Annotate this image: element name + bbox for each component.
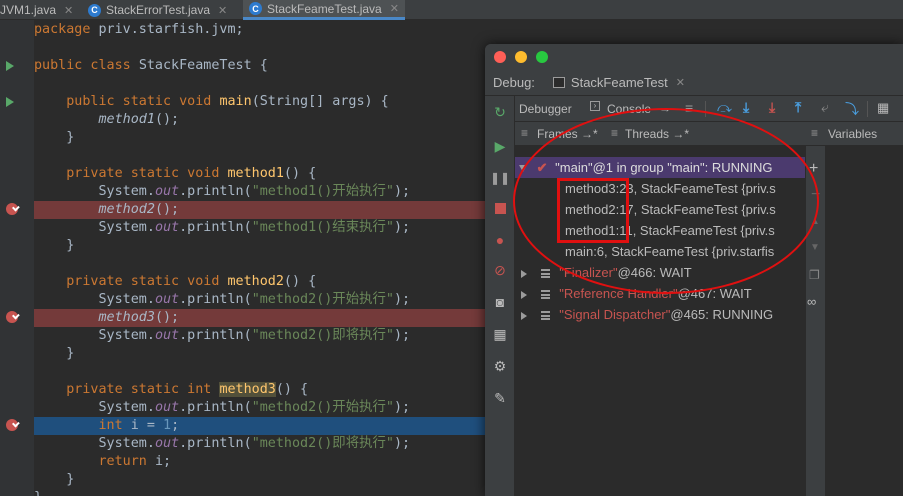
close-window-button[interactable]	[494, 51, 506, 63]
frames-list-icon: ≡	[521, 126, 529, 140]
java-class-icon: C	[249, 2, 262, 15]
mute-breakpoints-icon[interactable]: ⊘	[492, 262, 508, 278]
thread-status: @465: RUNNING	[670, 307, 774, 322]
glasses-icon[interactable]: ∞	[807, 294, 816, 309]
tab-stackfeametest[interactable]: C StackFeameTest.java ✕	[243, 0, 405, 20]
expand-arrow-icon[interactable]	[521, 311, 527, 320]
resume-icon[interactable]: ▶	[492, 138, 508, 154]
minimize-window-button[interactable]	[515, 51, 527, 63]
thread-name: "Signal Dispatcher"	[559, 307, 671, 322]
code-line: package priv.starfish.jvm;	[34, 22, 244, 37]
breakpoint-icon[interactable]	[6, 419, 18, 431]
debug-side-toolbar: ↻ ▶ ❚❚ ● ⊘ ◙ ▦ ⚙ ✎	[485, 96, 515, 496]
variables-panel	[825, 146, 903, 496]
move-down-icon[interactable]: ▼	[810, 242, 820, 253]
tab-label: StackErrorTest.java	[106, 3, 211, 17]
layout-icon[interactable]: ▦	[492, 326, 508, 342]
annotation-ellipse	[513, 108, 819, 294]
console-icon: ›	[590, 101, 600, 111]
gear-icon[interactable]: ⚙	[492, 358, 508, 374]
editor-gutter	[0, 20, 34, 496]
run-icon[interactable]	[6, 61, 14, 71]
breakpoint-icon[interactable]	[6, 203, 18, 215]
tab-label: JVM1.java	[0, 3, 57, 17]
thread-icon	[540, 290, 550, 300]
debugger-tab[interactable]: Debugger	[519, 102, 572, 116]
expand-arrow-icon[interactable]	[521, 290, 527, 299]
close-icon[interactable]: ✕	[676, 76, 685, 89]
maximize-window-button[interactable]	[536, 51, 548, 63]
tab-label: StackFeameTest.java	[267, 1, 382, 16]
tab-jvm1[interactable]: JVM1.java ✕	[0, 0, 79, 20]
rerun-icon[interactable]: ↻	[492, 104, 508, 120]
copy-icon[interactable]: ❐	[809, 268, 820, 282]
debug-label: Debug:	[493, 75, 535, 90]
java-class-icon: C	[88, 3, 101, 17]
run-icon[interactable]	[6, 97, 14, 107]
pause-icon[interactable]: ❚❚	[490, 170, 510, 186]
debug-header: Debug: StackFeameTest ✕	[485, 70, 903, 96]
session-icon	[552, 77, 565, 88]
camera-icon[interactable]: ◙	[492, 294, 508, 310]
variables-tab[interactable]: Variables	[828, 127, 877, 141]
drop-frame-icon[interactable]: ⤶	[821, 99, 829, 116]
stop-icon[interactable]	[492, 200, 508, 216]
close-icon[interactable]: ✕	[64, 4, 73, 17]
debug-session-tab[interactable]: StackFeameTest	[571, 75, 668, 90]
force-step-into-icon[interactable]: ⤓	[769, 99, 775, 116]
expand-arrow-icon[interactable]	[521, 269, 527, 278]
breakpoint-icon[interactable]	[6, 311, 18, 323]
thread-icon	[540, 269, 550, 279]
pin-icon[interactable]: ✎	[492, 390, 508, 406]
close-icon[interactable]: ✕	[390, 2, 399, 15]
thread-row-signal-dispatcher[interactable]: "Signal Dispatcher"@465: RUNNING	[515, 304, 805, 325]
tab-stackerrortest[interactable]: C StackErrorTest.java ✕	[82, 0, 233, 20]
view-breakpoints-icon[interactable]: ●	[492, 232, 508, 248]
thread-icon	[540, 311, 550, 321]
window-title-bar	[485, 44, 903, 70]
close-icon[interactable]: ✕	[218, 4, 227, 17]
step-out-icon[interactable]: ⤒	[795, 99, 801, 116]
evaluate-expression-icon[interactable]: ▦	[877, 100, 889, 116]
variables-list-icon: ≡	[811, 126, 819, 140]
run-to-cursor-icon[interactable]: ⤵	[845, 99, 859, 119]
step-into-icon[interactable]: ⤓	[743, 99, 749, 116]
editor-tab-bar: JVM1.java ✕ C StackErrorTest.java ✕ C St…	[0, 0, 903, 20]
